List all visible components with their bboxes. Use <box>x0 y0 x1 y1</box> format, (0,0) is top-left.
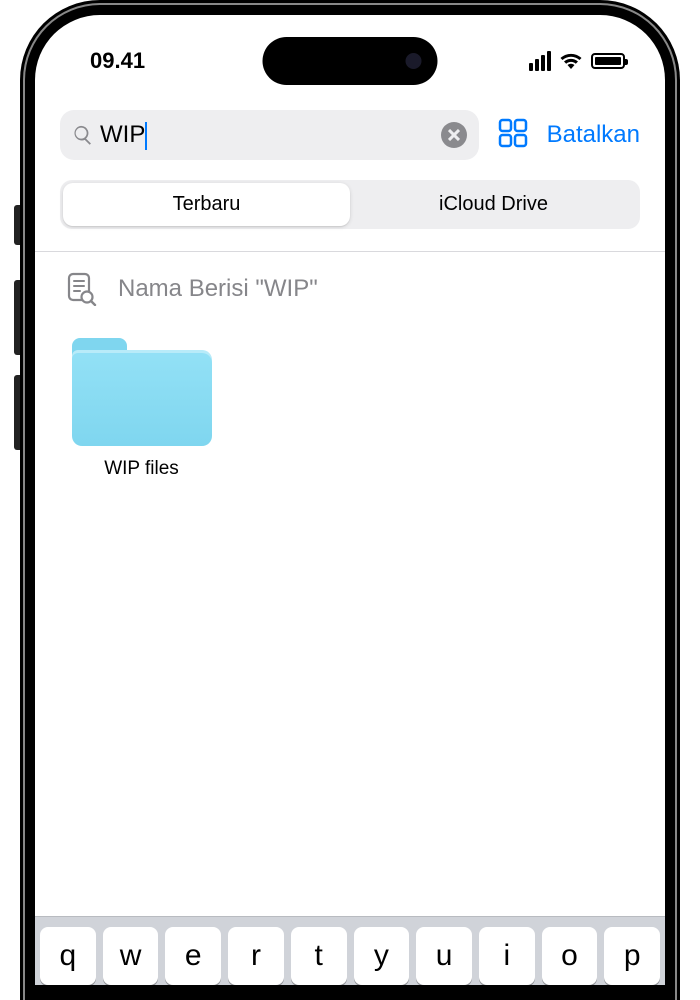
side-button-volume-down <box>14 375 20 450</box>
search-suggestion-row[interactable]: Nama Berisi "WIP" <box>60 252 640 330</box>
search-input-text[interactable]: WIP <box>100 121 145 149</box>
screen: 09.41 WIP <box>35 15 665 985</box>
segment-recent[interactable]: Terbaru <box>63 183 350 226</box>
key-i[interactable]: i <box>479 927 535 985</box>
result-folder[interactable]: WIP files <box>64 338 219 480</box>
key-t[interactable]: t <box>291 927 347 985</box>
key-w[interactable]: w <box>103 927 159 985</box>
document-search-icon <box>64 272 98 306</box>
key-q[interactable]: q <box>40 927 96 985</box>
cellular-signal-icon <box>529 51 551 71</box>
view-mode-button[interactable] <box>497 117 529 154</box>
keyboard: q w e r t y u i o p <box>35 916 665 985</box>
search-icon <box>72 124 94 146</box>
folder-icon <box>72 338 212 446</box>
search-row: WIP Batalkan <box>60 110 640 160</box>
key-p[interactable]: p <box>604 927 660 985</box>
results-grid: WIP files <box>60 330 640 985</box>
scope-segmented-control: Terbaru iCloud Drive <box>60 180 640 229</box>
key-o[interactable]: o <box>542 927 598 985</box>
search-field[interactable]: WIP <box>60 110 479 160</box>
side-button-silence <box>14 205 20 245</box>
phone-frame: 09.41 WIP <box>20 0 680 1000</box>
wifi-icon <box>559 49 583 74</box>
clear-search-button[interactable] <box>441 122 467 148</box>
key-u[interactable]: u <box>416 927 472 985</box>
cancel-button[interactable]: Batalkan <box>547 121 640 149</box>
side-button-volume-up <box>14 280 20 355</box>
keyboard-row-1: q w e r t y u i o p <box>40 927 660 985</box>
status-time: 09.41 <box>90 48 145 74</box>
key-y[interactable]: y <box>354 927 410 985</box>
key-e[interactable]: e <box>165 927 221 985</box>
result-folder-label: WIP files <box>64 458 219 480</box>
segment-icloud-drive[interactable]: iCloud Drive <box>350 183 637 226</box>
search-suggestion-label: Nama Berisi "WIP" <box>118 275 318 303</box>
close-icon <box>448 129 460 141</box>
grid-icon <box>497 117 529 149</box>
battery-icon <box>591 53 625 69</box>
dynamic-island <box>263 37 438 85</box>
status-icons <box>529 49 625 74</box>
key-r[interactable]: r <box>228 927 284 985</box>
